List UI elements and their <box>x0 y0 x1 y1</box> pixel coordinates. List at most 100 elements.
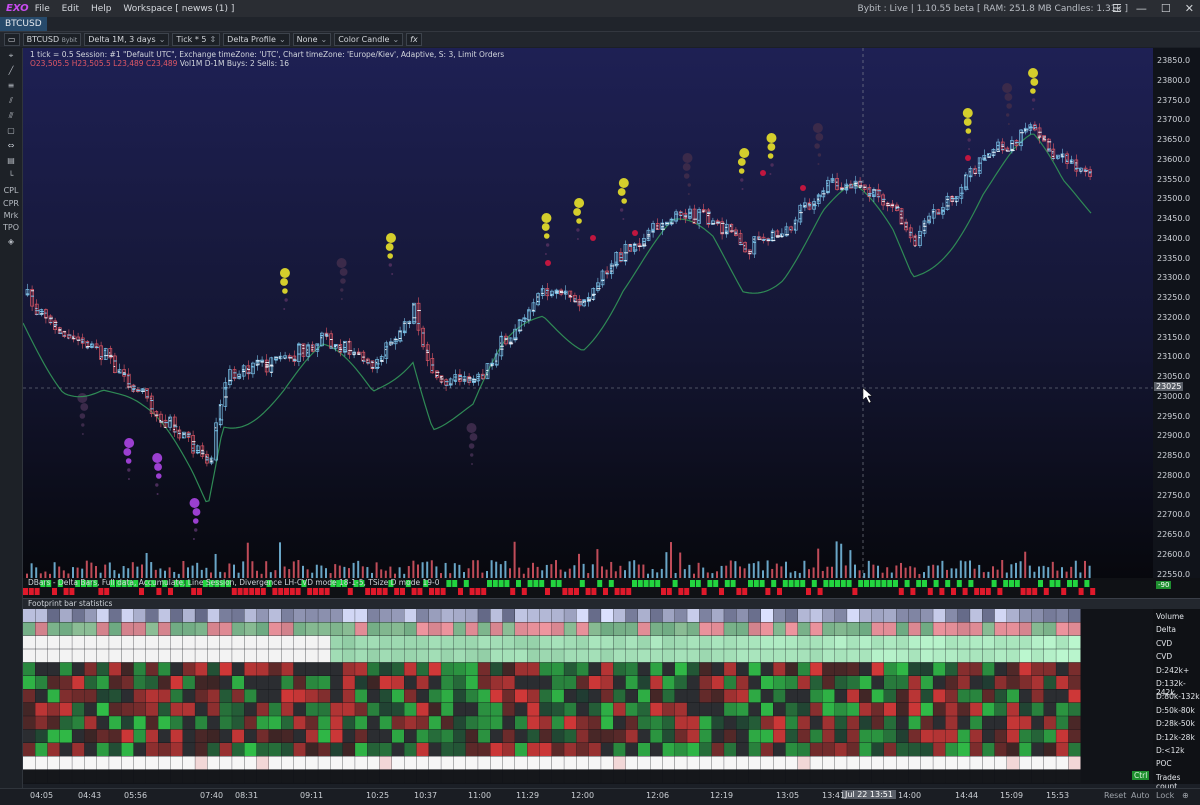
footprint-cell <box>421 344 425 346</box>
delta-bar <box>446 580 452 587</box>
trade-bubble <box>767 143 776 151</box>
volume-bar <box>1070 566 1073 578</box>
heat-cell <box>330 769 343 783</box>
heat-cell <box>957 702 970 716</box>
line-tool-icon[interactable]: ╱ <box>0 63 22 78</box>
heat-cell <box>318 716 331 730</box>
delta-bar <box>829 580 835 587</box>
measure-tool-icon[interactable]: ⇔ <box>0 138 22 153</box>
delta-bar <box>730 580 736 587</box>
menu-workspace[interactable]: Workspace [ newws (1) ] <box>123 4 234 14</box>
none-label: None <box>296 35 318 44</box>
hlines-tool-icon[interactable]: ≡ <box>0 78 22 93</box>
heat-cell <box>84 622 97 636</box>
heat-cell <box>527 716 540 730</box>
heat-cell <box>711 743 724 756</box>
zoom-icon[interactable]: ⊕ <box>1182 791 1189 800</box>
heat-cell <box>404 609 417 622</box>
heat-cell <box>994 689 1007 703</box>
trade-bubble <box>800 185 806 191</box>
heat-cell <box>244 689 257 703</box>
menu-edit[interactable]: Edit <box>62 4 79 14</box>
fx-button[interactable]: fx <box>406 33 422 46</box>
price-chart[interactable] <box>23 48 1153 578</box>
heat-cell <box>23 649 35 663</box>
heat-cell <box>674 622 687 636</box>
footprint-cell <box>748 251 752 253</box>
heat-cell <box>330 756 343 770</box>
cpl-tool[interactable]: CPL <box>0 183 22 198</box>
footprint-cell <box>932 212 934 214</box>
tab-btcusd[interactable]: BTCUSD <box>0 17 47 31</box>
footprint-cell <box>1088 171 1092 173</box>
volume-bar <box>306 569 309 578</box>
heat-cell <box>1056 769 1069 783</box>
heat-cell <box>1068 702 1081 716</box>
cpr-tool[interactable]: CPR <box>0 198 22 210</box>
anchor-tool-icon[interactable]: └ <box>0 168 22 183</box>
footprint-cell <box>624 251 626 253</box>
tick-dropdown[interactable]: Tick * 5 ⇕ <box>172 33 221 46</box>
menu-icon[interactable]: ☰ <box>1112 2 1122 15</box>
footprint-cell <box>320 335 324 337</box>
current-price-label: 23025 <box>1154 382 1184 391</box>
heat-cell <box>490 635 503 649</box>
price-axis[interactable]: 23850.0 23800.0 23750.0 23700.0 23650.0 23600… <box>1153 48 1200 579</box>
channel-tool-icon[interactable]: ⫽ <box>0 93 22 108</box>
reset-button[interactable]: Reset <box>1104 791 1126 800</box>
heat-cell <box>84 702 97 716</box>
timeframe-dropdown[interactable]: Delta 1M, 3 days ⌄ <box>84 33 170 46</box>
heat-cell <box>970 662 983 676</box>
heat-cell <box>355 649 368 663</box>
auto-button[interactable]: Auto <box>1131 791 1150 800</box>
heat-cell <box>601 622 614 636</box>
footprint-cell <box>118 370 120 372</box>
footprint-cell <box>845 185 849 187</box>
time-label: 13:41 <box>822 791 846 800</box>
none-dropdown[interactable]: None ⌄ <box>292 33 332 46</box>
lock-button[interactable]: Lock <box>1156 791 1174 800</box>
menu-help[interactable]: Help <box>91 4 112 14</box>
minimize-icon[interactable]: — <box>1136 2 1147 15</box>
delta-bar <box>539 580 545 587</box>
delta-bar <box>52 588 57 595</box>
profile-dropdown[interactable]: Delta Profile ⌄ <box>223 33 290 46</box>
menu-file[interactable]: File <box>35 4 50 14</box>
trade-bubble <box>541 223 550 231</box>
footprint-cell <box>1015 141 1019 143</box>
layers-icon[interactable]: ◈ <box>0 234 22 249</box>
heat-cell <box>478 609 491 622</box>
heat-cell <box>650 702 663 716</box>
symbol-selector[interactable]: BTCUSD Bybit <box>22 33 82 46</box>
footprint-cell <box>610 270 613 272</box>
footprint-cell <box>969 175 972 177</box>
footprint-cell <box>610 267 612 269</box>
heat-cell <box>724 702 737 716</box>
heat-cell <box>342 769 355 783</box>
mrk-tool[interactable]: Mrk <box>0 210 22 222</box>
footprint-cell <box>270 371 273 373</box>
heat-cell <box>502 622 515 636</box>
heat-cell <box>441 676 454 689</box>
heat-cell <box>170 702 183 716</box>
cursor-icon[interactable]: ⌖ <box>0 48 22 63</box>
candle-dropdown[interactable]: Color Candle ⌄ <box>334 33 404 46</box>
volume-bar <box>187 567 189 578</box>
heat-cell <box>293 662 306 676</box>
heat-cell <box>551 649 564 663</box>
heat-cell <box>625 622 638 636</box>
heat-cell <box>269 609 281 622</box>
heat-cell <box>305 609 318 622</box>
folder-icon[interactable]: ▭ <box>4 33 20 46</box>
close-icon[interactable]: ✕ <box>1185 2 1194 15</box>
fib-tool-icon[interactable]: ⫻ <box>0 108 22 123</box>
heat-cell <box>551 689 564 703</box>
volume-bar <box>518 567 521 578</box>
rect-tool-icon[interactable]: ▢ <box>0 123 22 138</box>
heat-cell <box>195 635 208 649</box>
tpo-tool[interactable]: TPO <box>0 222 22 234</box>
heat-cell <box>908 716 921 730</box>
maximize-icon[interactable]: ☐ <box>1161 2 1171 15</box>
text-tool-icon[interactable]: ▤ <box>0 153 22 168</box>
time-axis[interactable]: Jul 22 13:51 Reset Auto Lock ⊕ 04:05 04:4… <box>0 788 1200 805</box>
